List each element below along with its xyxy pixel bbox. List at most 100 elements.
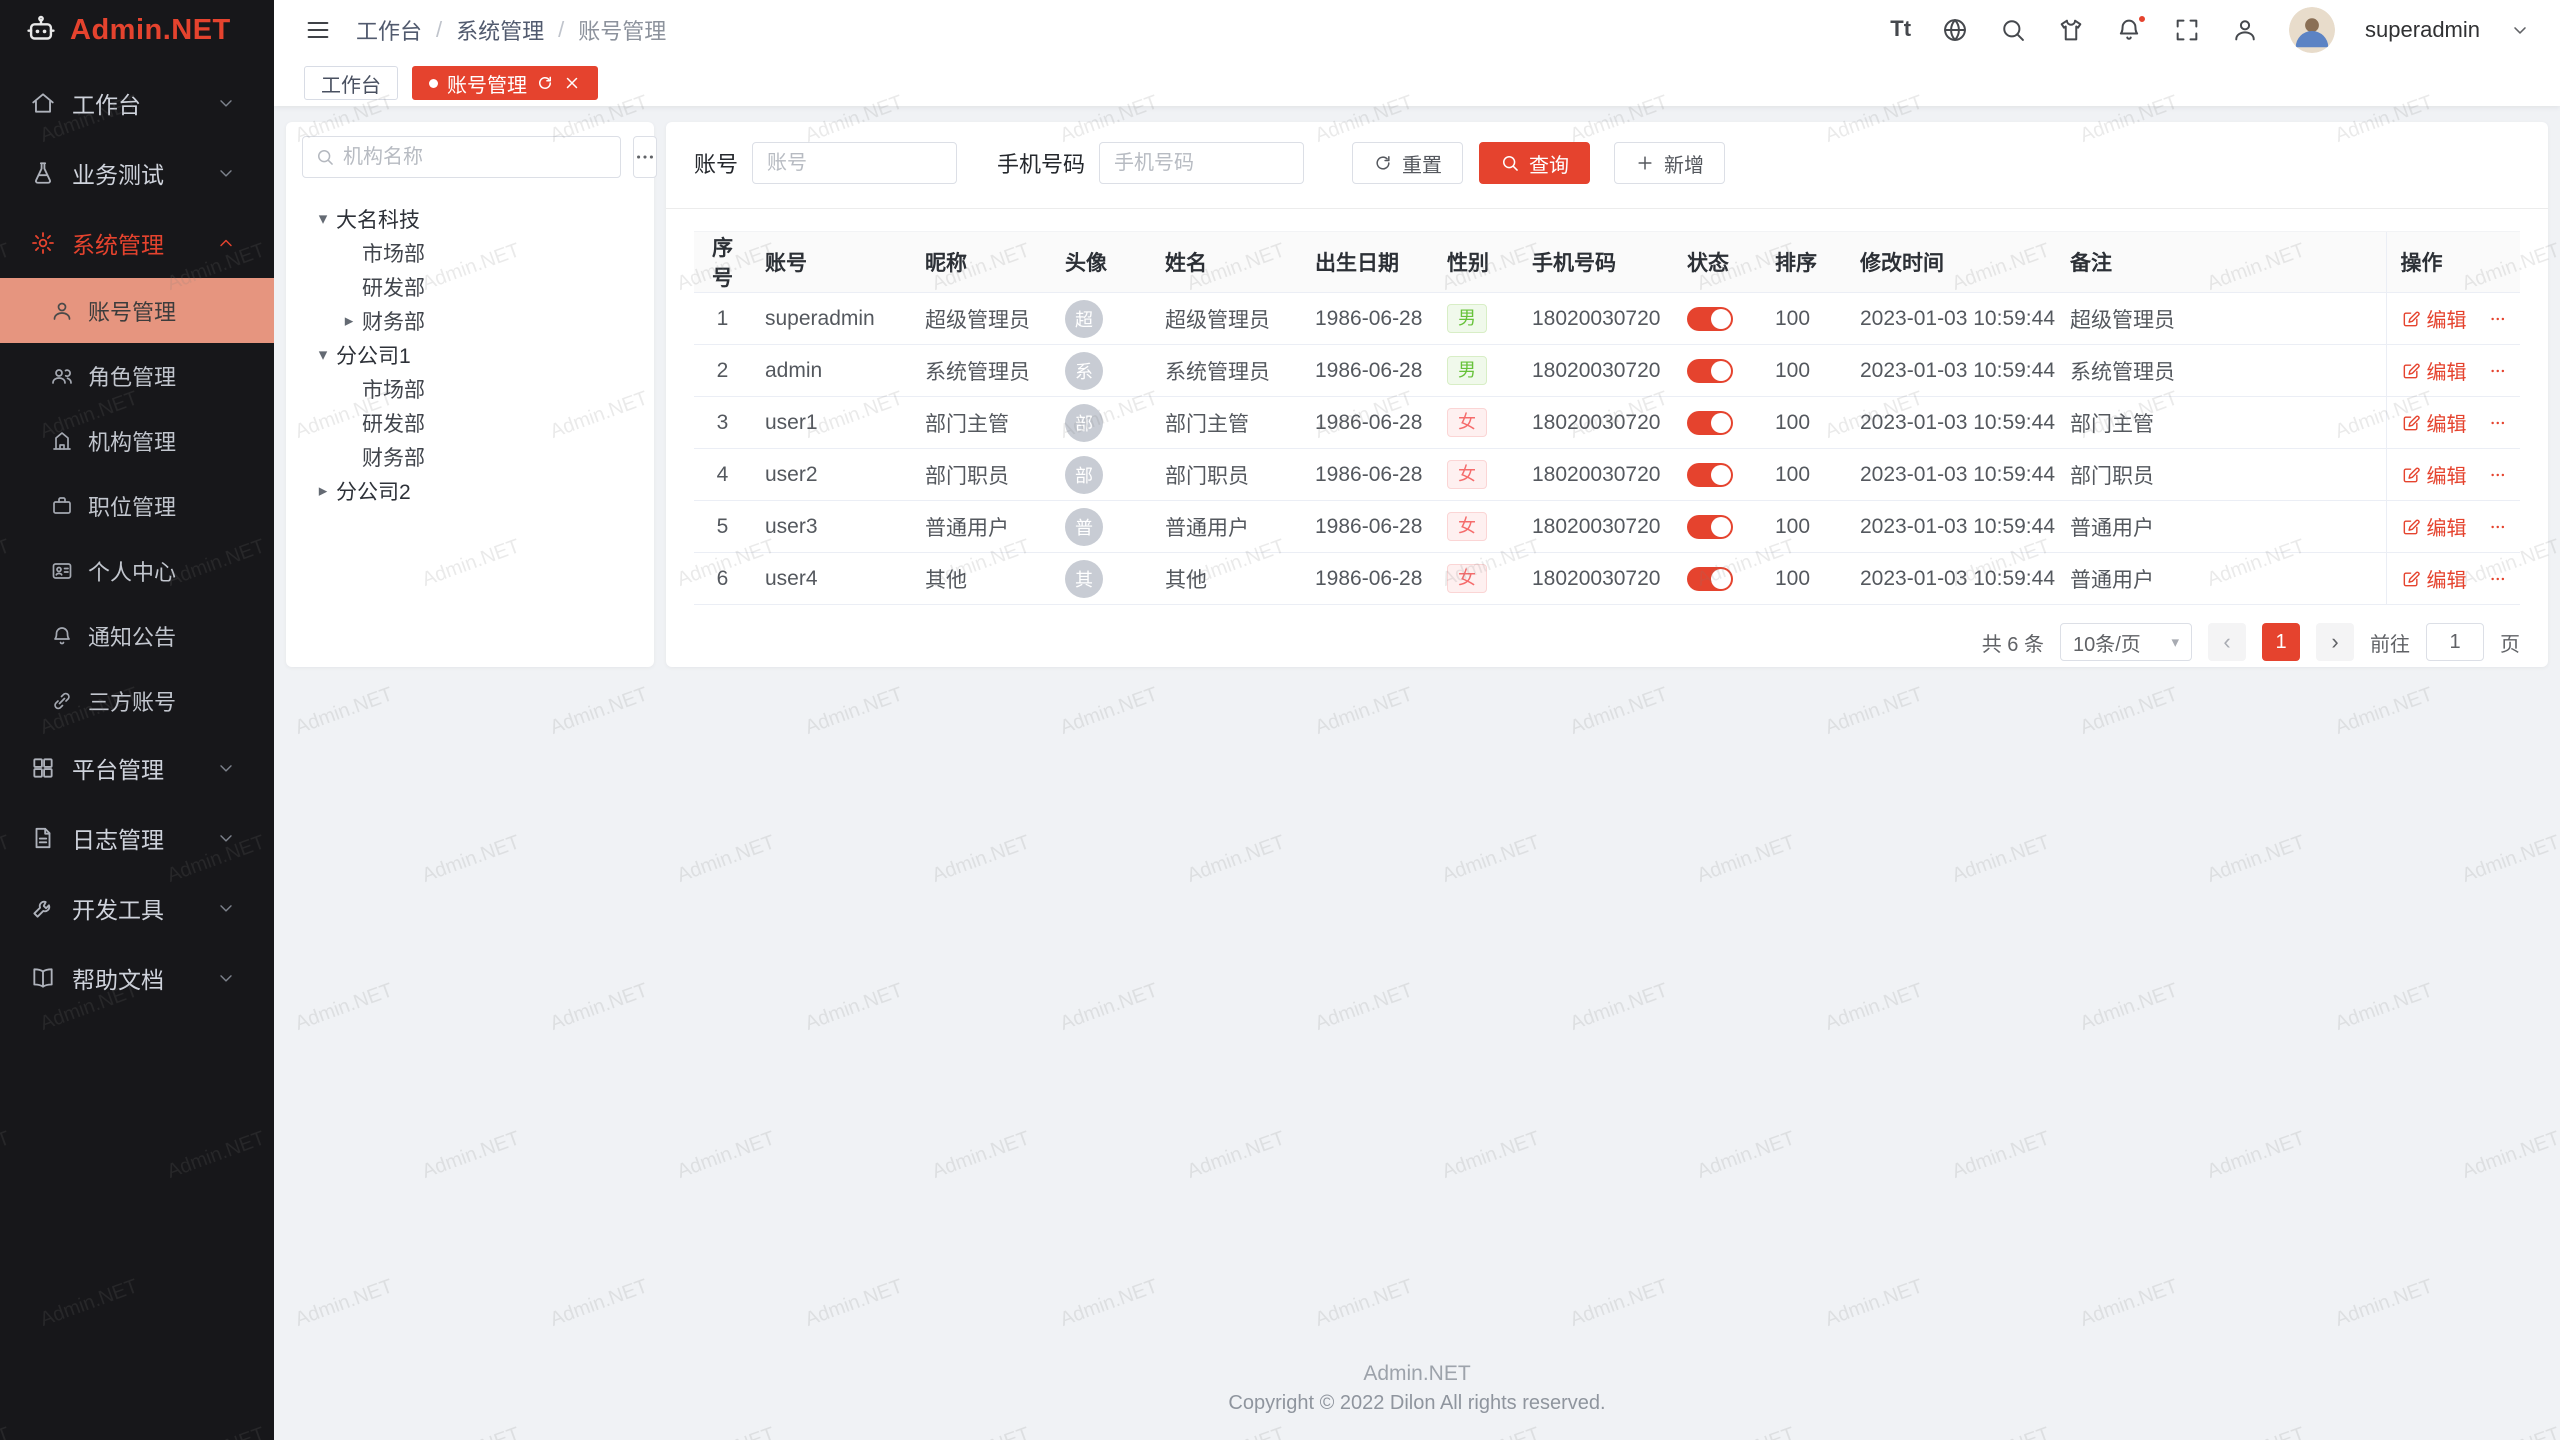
- search-button[interactable]: 查询: [1479, 142, 1590, 184]
- sidebar-item-platform[interactable]: 平台管理: [0, 733, 274, 803]
- more-dots-icon: [634, 146, 656, 168]
- sidebar-subitem-org[interactable]: 机构管理: [0, 408, 274, 473]
- tree-node[interactable]: 研发部: [302, 270, 638, 304]
- tab-workbench[interactable]: 工作台: [304, 66, 398, 100]
- cell-gender: 女: [1433, 553, 1518, 605]
- edit-button[interactable]: 编辑: [2401, 460, 2467, 489]
- sidebar-subitem-label: 个人中心: [88, 555, 176, 587]
- cell-account: user2: [751, 449, 911, 501]
- edit-icon: [2401, 569, 2421, 589]
- menu-collapse-icon[interactable]: [304, 16, 332, 44]
- account-input[interactable]: [752, 142, 957, 184]
- tree-more-button[interactable]: [633, 136, 657, 178]
- prev-page-button[interactable]: ‹: [2208, 623, 2246, 661]
- cell-nickname: 超级管理员: [911, 293, 1051, 345]
- sidebar-item-label: 系统管理: [72, 226, 216, 260]
- org-search-input[interactable]: [343, 146, 608, 169]
- user-icon[interactable]: [2231, 16, 2259, 44]
- edit-button[interactable]: 编辑: [2401, 512, 2467, 541]
- sidebar-item-workbench[interactable]: 工作台: [0, 68, 274, 138]
- status-toggle[interactable]: [1687, 359, 1733, 383]
- edit-label: 编辑: [2427, 564, 2467, 593]
- divider: [666, 208, 2548, 209]
- sidebar-item-system-management[interactable]: 系统管理: [0, 208, 274, 278]
- tree-node[interactable]: ▾分公司1: [302, 338, 638, 372]
- sidebar-subitem-role[interactable]: 角色管理: [0, 343, 274, 408]
- tree-node[interactable]: ▸财务部: [302, 304, 638, 338]
- status-toggle[interactable]: [1687, 411, 1733, 435]
- font-size-icon[interactable]: Tt: [1890, 16, 1911, 44]
- tree-node-label: 研发部: [362, 408, 425, 438]
- cell-nickname: 系统管理员: [911, 345, 1051, 397]
- bell-icon[interactable]: [2115, 16, 2143, 44]
- row-more-button[interactable]: [2489, 411, 2507, 435]
- row-actions: 编辑: [2401, 512, 2507, 541]
- add-button[interactable]: 新增: [1614, 142, 1725, 184]
- chevron-down-icon: [216, 898, 236, 918]
- sidebar-subitem-profile[interactable]: 个人中心: [0, 538, 274, 603]
- edit-button[interactable]: 编辑: [2401, 356, 2467, 385]
- next-page-button[interactable]: ›: [2316, 623, 2354, 661]
- cell-phone: 18020030720: [1518, 345, 1673, 397]
- reset-button[interactable]: 重置: [1352, 142, 1463, 184]
- breadcrumb-item[interactable]: 系统管理: [456, 14, 544, 46]
- chevron-down-icon[interactable]: [2510, 20, 2530, 40]
- tree-node[interactable]: ▸分公司2: [302, 474, 638, 508]
- status-toggle[interactable]: [1687, 463, 1733, 487]
- globe-icon[interactable]: [1941, 16, 1969, 44]
- thirdparty-icon: [50, 689, 74, 713]
- cell-remark: 普通用户: [2056, 553, 2386, 605]
- search-icon: [1500, 153, 1520, 173]
- sidebar-subitem-account[interactable]: 账号管理: [0, 278, 274, 343]
- cell-order: 100: [1761, 501, 1846, 553]
- status-toggle[interactable]: [1687, 515, 1733, 539]
- row-more-button[interactable]: [2489, 307, 2507, 331]
- breadcrumb-item[interactable]: 工作台: [356, 14, 422, 46]
- goto-page-input[interactable]: [2426, 623, 2484, 661]
- page-1-button[interactable]: 1: [2262, 623, 2300, 661]
- edit-button[interactable]: 编辑: [2401, 304, 2467, 333]
- edit-icon: [2401, 465, 2421, 485]
- fullscreen-icon[interactable]: [2173, 16, 2201, 44]
- sidebar-subitem-thirdparty[interactable]: 三方账号: [0, 668, 274, 733]
- search-icon[interactable]: [1999, 16, 2027, 44]
- refresh-icon[interactable]: [536, 74, 554, 92]
- table-row: 6user4其他其其他1986-06-28女180200307201002023…: [694, 553, 2520, 605]
- sidebar-subitem-label: 通知公告: [88, 620, 176, 652]
- row-more-button[interactable]: [2489, 567, 2507, 591]
- cell-status: [1673, 553, 1761, 605]
- sidebar-item-devtools[interactable]: 开发工具: [0, 873, 274, 943]
- sidebar-subitem-label: 机构管理: [88, 425, 176, 457]
- row-more-button[interactable]: [2489, 359, 2507, 383]
- cell-account: superadmin: [751, 293, 911, 345]
- sidebar-subitem-notice[interactable]: 通知公告: [0, 603, 274, 668]
- sidebar-item-logs[interactable]: 日志管理: [0, 803, 274, 873]
- page-size-select[interactable]: 10条/页 ▾: [2060, 623, 2192, 661]
- cell-gender: 女: [1433, 501, 1518, 553]
- avatar[interactable]: [2289, 7, 2335, 53]
- tree-node[interactable]: ▾大名科技: [302, 202, 638, 236]
- user-avatar: 部: [1065, 404, 1103, 442]
- tree-node[interactable]: 财务部: [302, 440, 638, 474]
- sidebar: Admin.NET 工作台业务测试系统管理账号管理角色管理机构管理职位管理个人中…: [0, 0, 274, 1440]
- main-content: ▾大名科技市场部研发部▸财务部▾分公司1市场部研发部财务部▸分公司2 账号 手机…: [274, 106, 2560, 1440]
- row-more-button[interactable]: [2489, 515, 2507, 539]
- tree-node[interactable]: 市场部: [302, 236, 638, 270]
- theme-icon[interactable]: [2057, 16, 2085, 44]
- close-icon[interactable]: [563, 74, 581, 92]
- cell-phone: 18020030720: [1518, 501, 1673, 553]
- status-toggle[interactable]: [1687, 307, 1733, 331]
- edit-button[interactable]: 编辑: [2401, 408, 2467, 437]
- row-more-button[interactable]: [2489, 463, 2507, 487]
- tree-node[interactable]: 研发部: [302, 406, 638, 440]
- status-toggle[interactable]: [1687, 567, 1733, 591]
- tab-account-management[interactable]: 账号管理: [412, 66, 598, 100]
- phone-input[interactable]: [1099, 142, 1304, 184]
- tree-node[interactable]: 市场部: [302, 372, 638, 406]
- sidebar-item-docs[interactable]: 帮助文档: [0, 943, 274, 1013]
- cell-birth: 1986-06-28: [1301, 345, 1433, 397]
- sidebar-subitem-position[interactable]: 职位管理: [0, 473, 274, 538]
- username[interactable]: superadmin: [2365, 17, 2480, 43]
- sidebar-item-business-test[interactable]: 业务测试: [0, 138, 274, 208]
- edit-button[interactable]: 编辑: [2401, 564, 2467, 593]
